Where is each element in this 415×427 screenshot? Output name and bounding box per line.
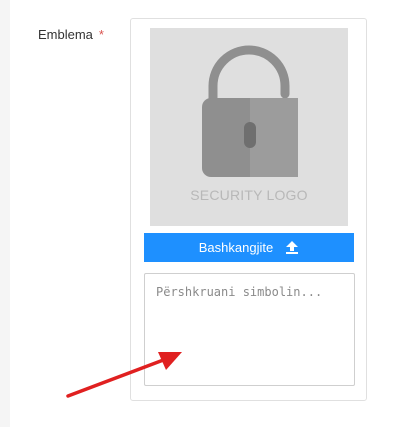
description-textarea[interactable]	[144, 273, 355, 386]
upload-button[interactable]: Bashkangjite	[144, 233, 354, 262]
logo-caption: SECURITY LOGO	[190, 187, 308, 203]
upload-button-label: Bashkangjite	[198, 240, 274, 255]
upload-icon	[286, 241, 299, 254]
required-asterisk: *	[98, 27, 104, 42]
logo-preview: SECURITY LOGO	[150, 28, 348, 226]
emblem-label-text: Emblema	[38, 27, 93, 42]
emblem-field-label: Emblema *	[38, 27, 104, 42]
